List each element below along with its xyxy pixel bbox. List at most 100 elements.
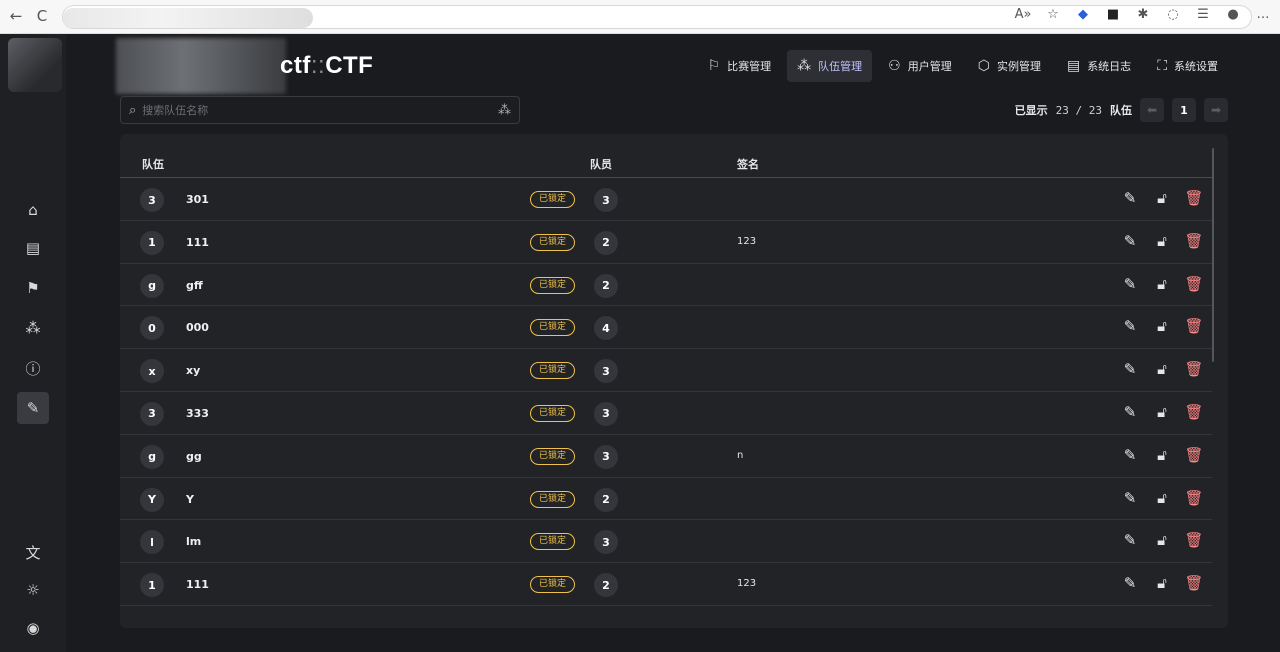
delete-icon[interactable]: 🗑︎ <box>1184 487 1204 509</box>
member-count: 2 <box>594 230 618 255</box>
box-icon: ⬡ <box>977 58 990 74</box>
post-icon[interactable]: ▤ <box>17 232 49 264</box>
redacted-logo <box>8 38 62 92</box>
delete-icon[interactable]: 🗑︎ <box>1184 401 1204 423</box>
read-aloud-icon[interactable]: A» <box>1014 6 1032 24</box>
nav-team-management[interactable]: ⁂ 队伍管理 <box>787 50 873 82</box>
flag-icon[interactable]: ⚑ <box>17 272 49 304</box>
delete-icon[interactable]: 🗑︎ <box>1184 529 1204 551</box>
unlock-icon[interactable]: 🔓︎ <box>1152 487 1172 509</box>
delete-icon[interactable]: 🗑︎ <box>1184 444 1204 466</box>
unlock-icon[interactable]: 🔓︎ <box>1152 529 1172 551</box>
team-name[interactable]: 333 <box>186 407 209 420</box>
brand-suffix: CTF <box>325 52 374 79</box>
team-avatar: l <box>140 530 164 555</box>
scrollbar[interactable] <box>1212 148 1214 362</box>
team-avatar: g <box>140 273 164 298</box>
home-icon[interactable]: ⌂ <box>17 194 49 226</box>
team-icon[interactable]: ⁂ <box>17 312 49 344</box>
favorite-star-icon[interactable]: ☆ <box>1044 6 1062 24</box>
account-icon[interactable]: ◉ <box>17 612 49 644</box>
team-name[interactable]: Y <box>186 493 194 506</box>
row-actions: ✎ 🔓︎ 🗑︎ <box>1120 401 1204 423</box>
member-count: 2 <box>594 487 618 512</box>
collections-icon[interactable]: ◌ <box>1164 6 1182 24</box>
team-table: 队伍 队员 签名 3 301 已锁定 3 ✎ 🔓︎ 🗑︎ 1 111 已锁定 2… <box>120 134 1228 628</box>
team-name[interactable]: gff <box>186 279 203 292</box>
member-count: 3 <box>594 401 618 426</box>
edit-icon[interactable]: ✎ <box>1120 401 1140 423</box>
favorites-bar-icon[interactable]: ☰ <box>1194 6 1212 24</box>
team-name[interactable]: 111 <box>186 236 209 249</box>
delete-icon[interactable]: 🗑︎ <box>1184 358 1204 380</box>
member-count: 3 <box>594 444 618 469</box>
nav-contest-management[interactable]: ⚐ 比赛管理 <box>698 50 782 82</box>
current-page[interactable]: 1 <box>1172 98 1196 122</box>
unlock-icon[interactable]: 🔓︎ <box>1152 273 1172 295</box>
nav-system-logs[interactable]: ▤ 系统日志 <box>1057 50 1141 82</box>
delete-icon[interactable]: 🗑︎ <box>1184 572 1204 594</box>
table-row: 3 333 已锁定 3 ✎ 🔓︎ 🗑︎ <box>120 392 1212 435</box>
wrench-icon[interactable]: ✎ <box>17 392 49 424</box>
nav-system-settings[interactable]: ⛶ 系统设置 <box>1147 50 1228 82</box>
unlock-icon[interactable]: 🔓︎ <box>1152 315 1172 337</box>
flag-icon: ⚐ <box>707 58 721 74</box>
locked-badge: 已锁定 <box>530 191 576 208</box>
search-input[interactable] <box>142 103 492 117</box>
edit-icon[interactable]: ✎ <box>1120 230 1140 252</box>
unlock-icon[interactable]: 🔓︎ <box>1152 230 1172 252</box>
extension-diamond-icon[interactable]: ◆ <box>1074 6 1092 24</box>
team-signature: 123 <box>737 235 757 247</box>
edit-icon[interactable]: ✎ <box>1120 273 1140 295</box>
delete-icon[interactable]: 🗑︎ <box>1184 187 1204 209</box>
table-row: 1 111 已锁定 2 123 ✎ 🔓︎ 🗑︎ <box>120 563 1212 606</box>
edit-icon[interactable]: ✎ <box>1120 529 1140 551</box>
back-icon[interactable]: ← <box>6 6 26 26</box>
edit-icon[interactable]: ✎ <box>1120 315 1140 337</box>
nav-user-management[interactable]: ⚇ 用户管理 <box>878 50 962 82</box>
unlock-icon[interactable]: 🔓︎ <box>1152 572 1172 594</box>
team-name[interactable]: lm <box>186 535 201 548</box>
edit-icon[interactable]: ✎ <box>1120 444 1140 466</box>
app-root: ⌂ ▤ ⚑ ⁂ ⓘ ✎ 文 ☼ ◉ ctf::CTF ⚐ 比赛管理 ⁂ 队伍管理 ⚇… <box>0 34 1280 652</box>
delete-icon[interactable]: 🗑︎ <box>1184 315 1204 337</box>
unlock-icon[interactable]: 🔓︎ <box>1152 187 1172 209</box>
extension-square-icon[interactable]: ■ <box>1104 6 1122 24</box>
unlock-icon[interactable]: 🔓︎ <box>1152 444 1172 466</box>
member-count: 2 <box>594 273 618 298</box>
team-icon: ⁂ <box>498 102 511 118</box>
translate-icon[interactable]: 文 <box>17 536 49 568</box>
member-count: 3 <box>594 359 618 384</box>
row-actions: ✎ 🔓︎ 🗑︎ <box>1120 273 1204 295</box>
team-name[interactable]: 111 <box>186 578 209 591</box>
edit-icon[interactable]: ✎ <box>1120 187 1140 209</box>
delete-icon[interactable]: 🗑︎ <box>1184 273 1204 295</box>
table-row: x xy 已锁定 3 ✎ 🔓︎ 🗑︎ <box>120 349 1212 392</box>
team-name[interactable]: 000 <box>186 321 209 334</box>
info-icon[interactable]: ⓘ <box>17 352 49 384</box>
unlock-icon[interactable]: 🔓︎ <box>1152 358 1172 380</box>
row-actions: ✎ 🔓︎ 🗑︎ <box>1120 315 1204 337</box>
brightness-icon[interactable]: ☼ <box>17 574 49 606</box>
edit-icon[interactable]: ✎ <box>1120 572 1140 594</box>
previous-page-button[interactable]: ⬅ <box>1140 98 1164 122</box>
edit-icon[interactable]: ✎ <box>1120 487 1140 509</box>
profile-icon[interactable]: ● <box>1224 6 1242 24</box>
unlock-icon[interactable]: 🔓︎ <box>1152 401 1172 423</box>
table-row: 0 000 已锁定 4 ✎ 🔓︎ 🗑︎ <box>120 306 1212 350</box>
team-signature: n <box>737 449 744 461</box>
delete-icon[interactable]: 🗑︎ <box>1184 230 1204 252</box>
reload-icon[interactable]: C <box>32 6 52 26</box>
extension-gear-icon[interactable]: ✱ <box>1134 6 1152 24</box>
more-icon[interactable]: … <box>1254 6 1272 24</box>
nav-label: 用户管理 <box>907 60 952 73</box>
team-name[interactable]: 301 <box>186 193 209 206</box>
redacted-url <box>63 8 313 28</box>
team-name[interactable]: xy <box>186 364 200 377</box>
brand-separator: :: <box>310 52 326 79</box>
row-actions: ✎ 🔓︎ 🗑︎ <box>1120 444 1204 466</box>
team-name[interactable]: gg <box>186 450 202 463</box>
next-page-button[interactable]: ➡ <box>1204 98 1228 122</box>
edit-icon[interactable]: ✎ <box>1120 358 1140 380</box>
nav-instance-management[interactable]: ⬡ 实例管理 <box>968 50 1051 82</box>
